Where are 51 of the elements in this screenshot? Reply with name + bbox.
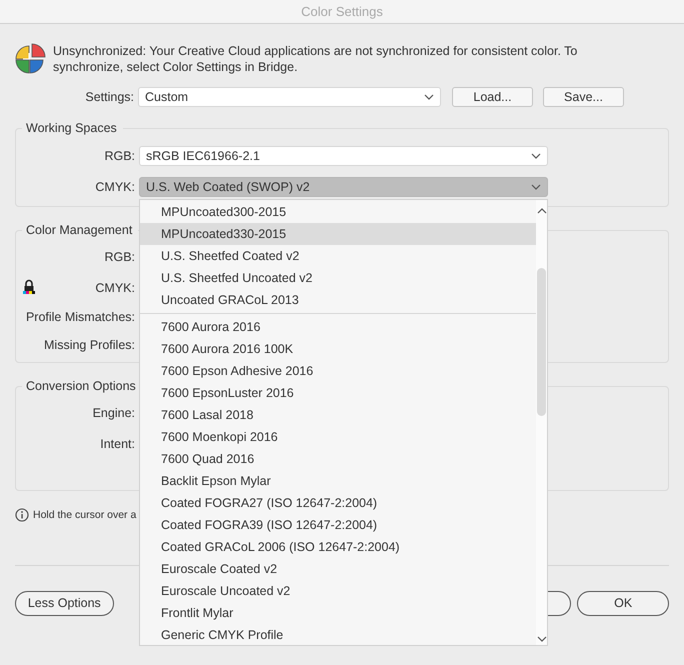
dropdown-item[interactable]: MPUncoated300-2015 xyxy=(140,201,536,223)
dropdown-item[interactable]: Generic CMYK Profile xyxy=(140,624,536,646)
dropdown-item[interactable]: 7600 Epson Adhesive 2016 xyxy=(140,360,536,382)
dropdown-item[interactable]: MPUncoated330-2015 xyxy=(140,223,536,245)
dropdown-item[interactable]: Uncoated GRACoL 2013 xyxy=(140,289,536,311)
field-label: Profile Mismatches: xyxy=(24,310,136,324)
settings-dropdown[interactable]: Custom xyxy=(138,87,441,107)
less-options-button[interactable]: Less Options xyxy=(15,590,114,616)
field-label: Intent: xyxy=(99,437,136,451)
dropdown-item[interactable]: 7600 Aurora 2016 xyxy=(140,316,536,338)
dropdown-item[interactable]: Coated FOGRA27 (ISO 12647-2:2004) xyxy=(140,492,536,514)
scroll-up-icon xyxy=(536,208,546,214)
scrollbar[interactable] xyxy=(536,200,547,645)
dropdown-item[interactable]: 7600 Moenkopi 2016 xyxy=(140,426,536,448)
group-title: Working Spaces xyxy=(25,121,118,135)
group-title: Color Management xyxy=(25,223,134,237)
profile-dropdown[interactable]: U.S. Web Coated (SWOP) v2 xyxy=(139,177,548,197)
field-label: Engine: xyxy=(92,406,136,420)
dropdown-item[interactable]: Coated FOGRA39 (ISO 12647-2:2004) xyxy=(140,514,536,536)
dropdown-item[interactable]: U.S. Sheetfed Coated v2 xyxy=(140,245,536,267)
field-label: CMYK: xyxy=(94,180,136,194)
dropdown-item[interactable]: Coated GRACoL 2006 (ISO 12647-2:2004) xyxy=(140,536,536,558)
dropdown-item[interactable]: 7600 Lasal 2018 xyxy=(140,404,536,426)
profile-dropdown[interactable]: sRGB IEC61966-2.1 xyxy=(139,146,548,166)
chevron-down-icon xyxy=(531,184,541,190)
dropdown-item[interactable]: Backlit Epson Mylar xyxy=(140,470,536,492)
window-title: Color Settings xyxy=(301,4,383,19)
dropdown-item[interactable]: Euroscale Coated v2 xyxy=(140,558,536,580)
scrollbar-thumb[interactable] xyxy=(537,268,546,416)
ok-button[interactable]: OK xyxy=(577,590,669,616)
field-label: RGB: xyxy=(103,250,136,264)
dropdown-item[interactable]: Frontlit Mylar xyxy=(140,602,536,624)
dropdown-item[interactable]: 7600 Aurora 2016 100K xyxy=(140,338,536,360)
field-label: Missing Profiles: xyxy=(43,338,136,352)
group-title: Conversion Options xyxy=(25,379,137,393)
chevron-down-icon xyxy=(424,94,434,100)
info-icon xyxy=(15,508,29,522)
dropdown-item[interactable]: 7600 Quad 2016 xyxy=(140,448,536,470)
load-button[interactable]: Load... xyxy=(452,87,533,107)
settings-label: Settings: xyxy=(84,90,135,104)
save-button[interactable]: Save... xyxy=(543,87,624,107)
dropdown-item[interactable]: 7600 EpsonLuster 2016 xyxy=(140,382,536,404)
info-text: Hold the cursor over a xyxy=(33,509,136,521)
sync-message: Unsynchronized: Your Creative Cloud applications are not synchronized for consistent color. To synchronize, select Color Settings in Bridge. xyxy=(53,43,578,75)
chevron-down-icon xyxy=(531,153,541,159)
field-label: CMYK: xyxy=(94,281,136,295)
scroll-down-icon xyxy=(536,636,546,642)
dropdown-item[interactable]: U.S. Sheetfed Uncoated v2 xyxy=(140,267,536,289)
dropdown-item[interactable]: Euroscale Uncoated v2 xyxy=(140,580,536,602)
color-wheel-icon xyxy=(15,43,46,74)
field-label: RGB: xyxy=(103,149,136,163)
